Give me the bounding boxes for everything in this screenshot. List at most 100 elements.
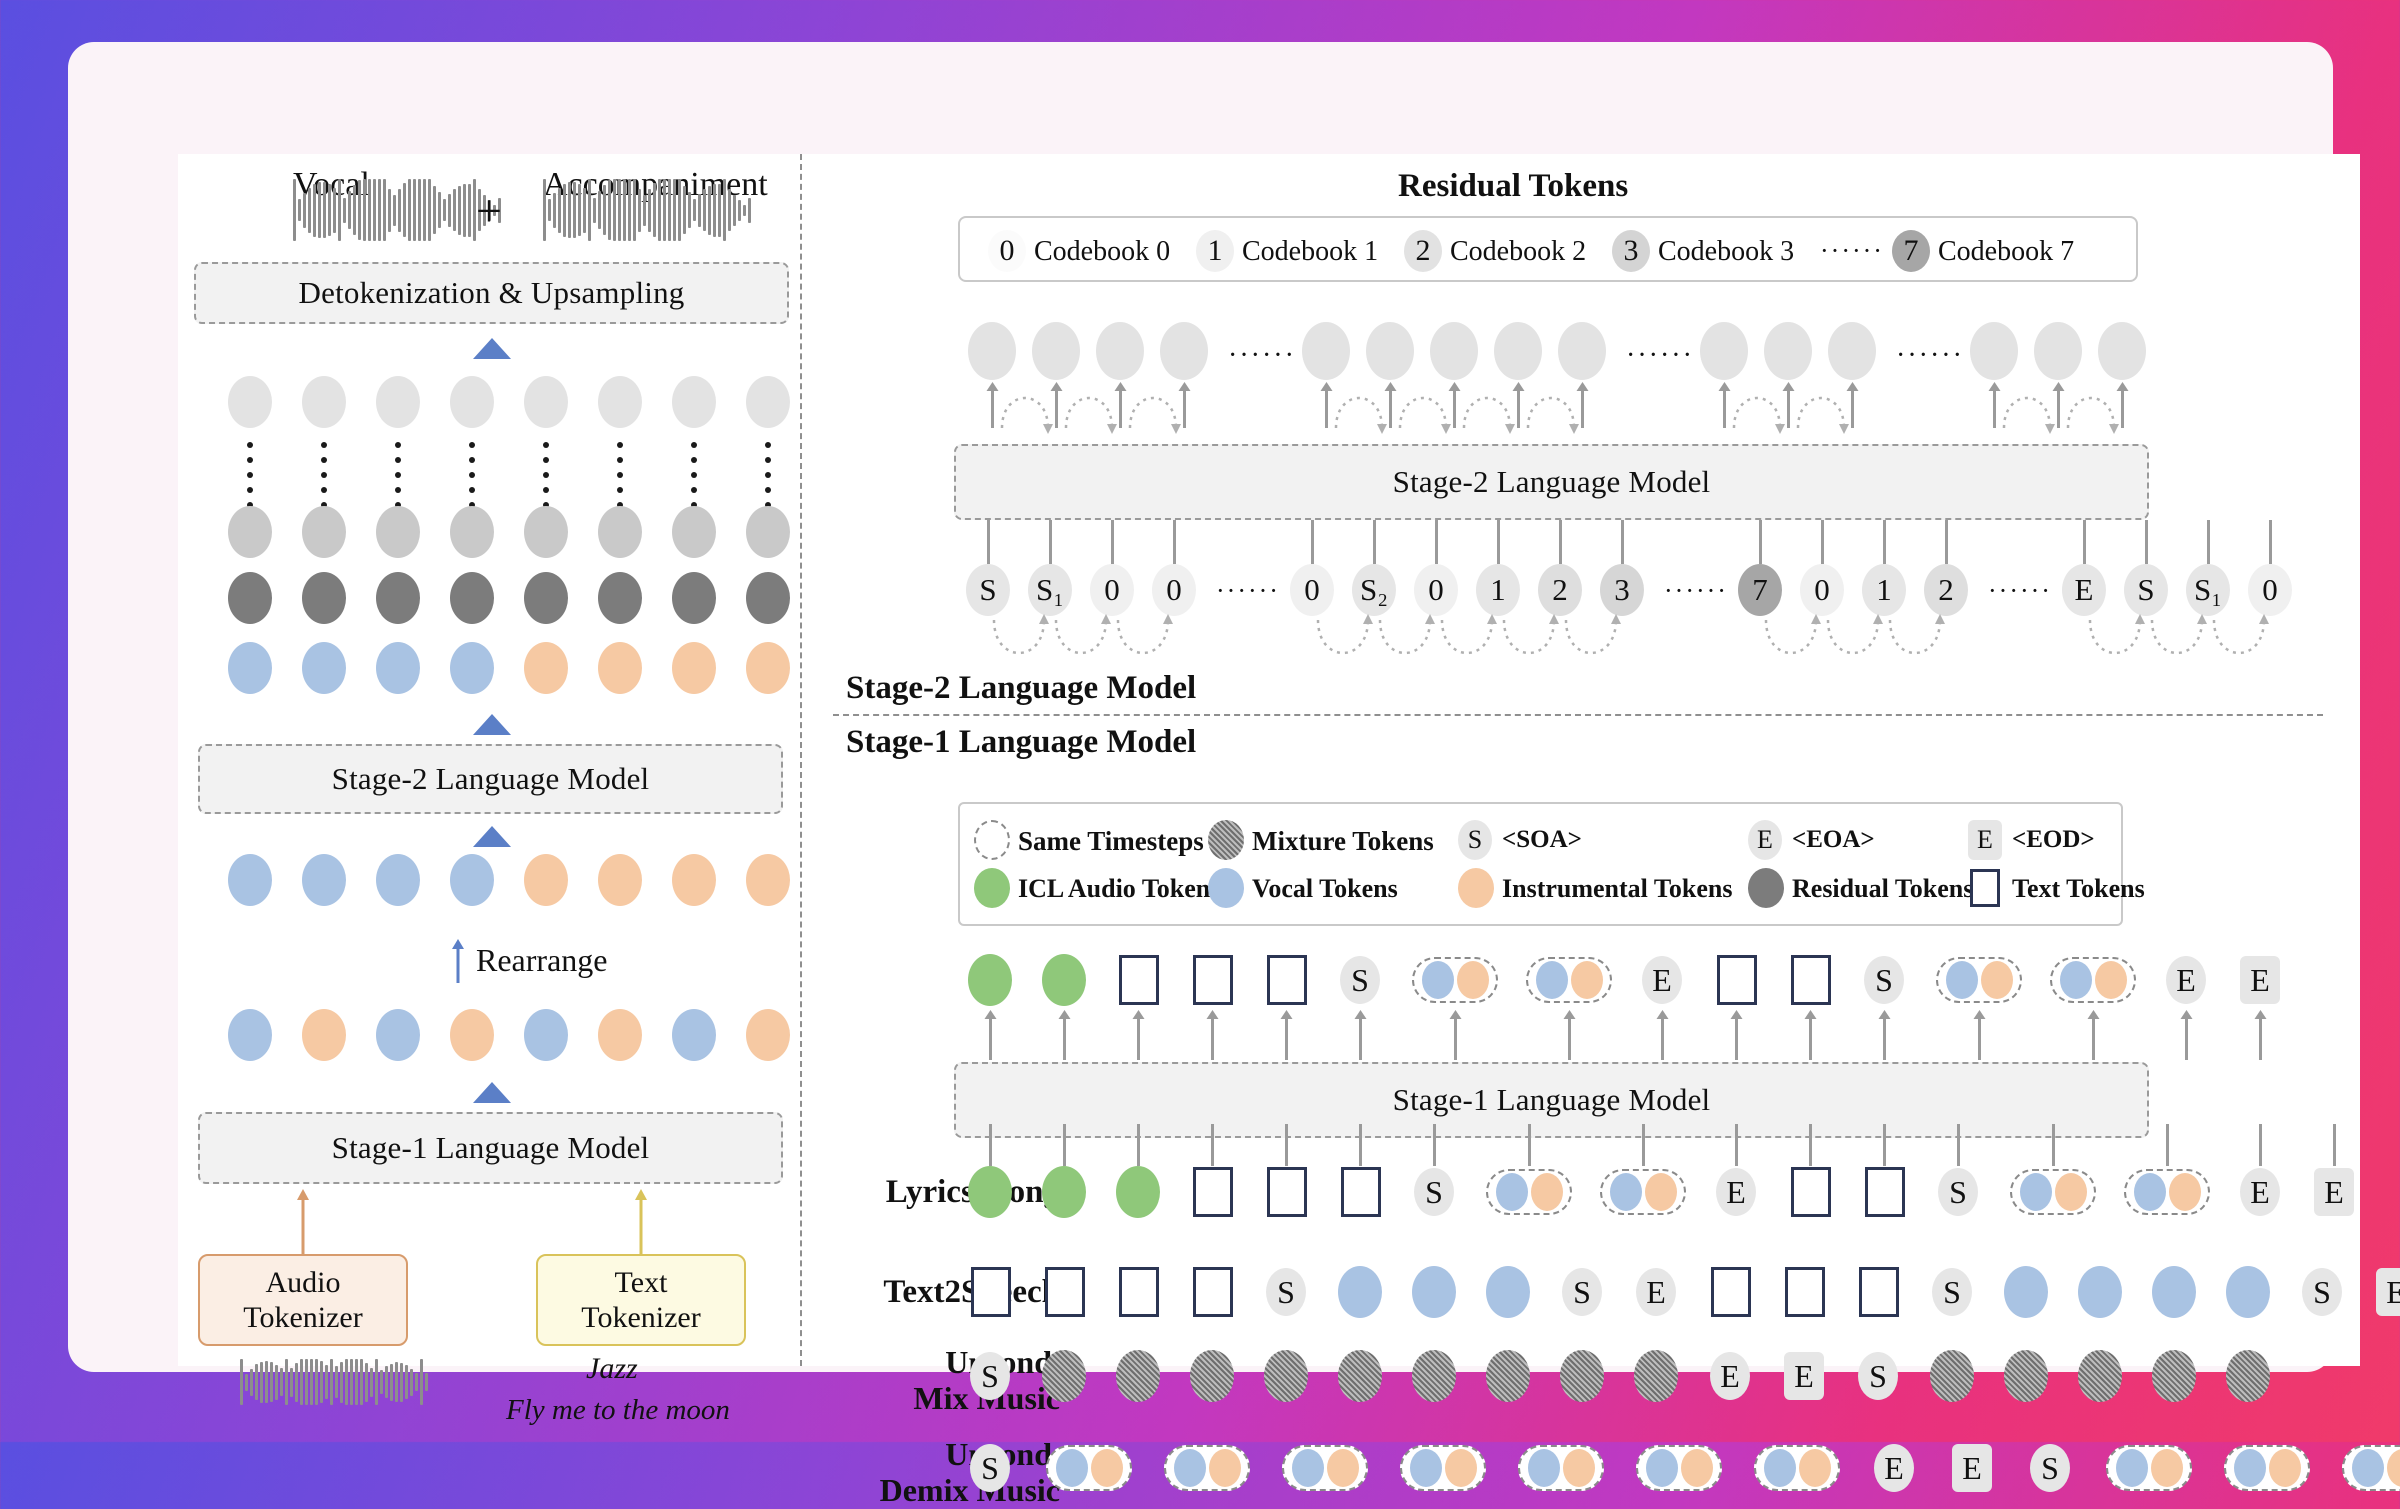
vocal-token bbox=[2234, 1449, 2266, 1487]
stage2-feedback-arc-10 bbox=[2056, 388, 2126, 432]
task-1-token-8: S bbox=[1562, 1268, 1602, 1316]
task-1-token-18: S bbox=[2302, 1268, 2342, 1316]
task-0-stem-3 bbox=[1211, 1124, 1214, 1166]
lyrics-prompt: Fly me to the moon bbox=[506, 1394, 730, 1427]
stage1-box-left: Stage-1 Language Model bbox=[198, 1112, 783, 1184]
stage1-output-arrow-13 bbox=[2086, 1010, 2101, 1060]
token-sorted-6 bbox=[672, 642, 716, 694]
token-interleaved-1 bbox=[302, 1009, 346, 1061]
token-residual-0 bbox=[228, 572, 272, 624]
task-0-stem-9 bbox=[1735, 1124, 1738, 1166]
task-0-stem-2 bbox=[1137, 1124, 1140, 1166]
task-0-stem-15 bbox=[2259, 1124, 2262, 1166]
instrumental-token bbox=[2095, 961, 2127, 999]
residual-tokens-title: Residual Tokens bbox=[1398, 168, 1628, 205]
stage2-input-stem-1 bbox=[1049, 520, 1052, 564]
task-0-stem-11 bbox=[1883, 1124, 1886, 1166]
task-0-token-5 bbox=[1341, 1167, 1381, 1217]
task-0-stem-0 bbox=[989, 1124, 992, 1166]
token-interleaved-3 bbox=[450, 1009, 494, 1061]
stage2-input-arc-15 bbox=[1877, 618, 1953, 664]
token-interleaved-0 bbox=[228, 1009, 272, 1061]
instrumental-token bbox=[1531, 1173, 1563, 1211]
stage2-input-stem-13 bbox=[1821, 520, 1824, 564]
task-3-token-5 bbox=[1518, 1445, 1604, 1491]
token-mid-1 bbox=[302, 506, 346, 558]
stage1-output-token-11: S bbox=[1864, 956, 1904, 1004]
stage1-model-box: Stage-1 Language Model bbox=[954, 1062, 2149, 1138]
legend-glyph-mixture bbox=[1208, 820, 1244, 860]
text-tokenizer-box[interactable]: TextTokenizer bbox=[536, 1254, 746, 1346]
stage2-input-stem-6 bbox=[1373, 520, 1376, 564]
legend-text-r2-0: ICL Audio Tokens bbox=[1018, 874, 1220, 904]
token-light-2 bbox=[376, 376, 420, 428]
stage1-output-token-5: S bbox=[1340, 956, 1380, 1004]
token-sorted-2 bbox=[376, 642, 420, 694]
stage2-input-arc-10 bbox=[1553, 618, 1629, 664]
stage2-feedback-arc-0 bbox=[990, 388, 1060, 432]
stage2-input-stem-3 bbox=[1173, 520, 1176, 564]
stage2-input-token-13: 0 bbox=[1800, 564, 1844, 616]
stage2-output-token-7 bbox=[1494, 322, 1542, 380]
task-1-token-19: E bbox=[2376, 1268, 2400, 1316]
task-2-token-14 bbox=[2004, 1350, 2048, 1402]
stage1-output-arrow-0 bbox=[983, 1010, 998, 1060]
task-3-token-7 bbox=[1754, 1445, 1840, 1491]
task-1-token-0 bbox=[971, 1267, 1011, 1317]
task-1-token-9: E bbox=[1636, 1268, 1676, 1316]
stage1-output-arrow-2 bbox=[1131, 1010, 1146, 1060]
audio-tokenizer-box[interactable]: AudioTokenizer bbox=[198, 1254, 408, 1346]
legend-glyph-E-square: E bbox=[1968, 820, 2002, 860]
stage2-input-stem-2 bbox=[1111, 520, 1114, 564]
legend-text-2: <SOA> bbox=[1502, 826, 1582, 854]
legend-glyph-same-timesteps bbox=[974, 820, 1010, 860]
vocal-token bbox=[1292, 1449, 1324, 1487]
stage2-feedback-arc-9 bbox=[1992, 388, 2062, 432]
stage2-input-token-19: S₁ bbox=[2186, 564, 2230, 616]
task-0-token-0 bbox=[968, 1166, 1012, 1218]
stage2-output-token-3 bbox=[1160, 322, 1208, 380]
task-1-token-13: S bbox=[1932, 1268, 1972, 1316]
stage2-input-stem-0 bbox=[987, 520, 990, 564]
token-residual-7 bbox=[746, 572, 790, 624]
stage1-output-token-4 bbox=[1267, 955, 1307, 1005]
task-2-token-10: E bbox=[1710, 1352, 1750, 1400]
token-light-7 bbox=[746, 376, 790, 428]
divider-label-stage2: Stage-2 Language Model bbox=[846, 670, 1196, 707]
stage1-output-token-10 bbox=[1791, 955, 1831, 1005]
task-0-token-11 bbox=[1865, 1167, 1905, 1217]
stage2-input-stem-20 bbox=[2269, 520, 2272, 564]
task-0-stem-1 bbox=[1063, 1124, 1066, 1166]
task-0-token-2 bbox=[1116, 1166, 1160, 1218]
stage1-output-token-7 bbox=[1526, 957, 1612, 1003]
task-2-token-13 bbox=[1930, 1350, 1974, 1402]
task-3-token-0: S bbox=[970, 1444, 1010, 1492]
text-tokenizer-arrow bbox=[633, 1189, 649, 1255]
token-sorted-5 bbox=[598, 642, 642, 694]
instrumental-token bbox=[1091, 1449, 1123, 1487]
task-3-token-2 bbox=[1164, 1445, 1250, 1491]
task-1-token-2 bbox=[1119, 1267, 1159, 1317]
vocal-token bbox=[1528, 1449, 1560, 1487]
stage2-top-ellipsis-1: ······ bbox=[1626, 340, 1694, 372]
stage2-input-token-7: 0 bbox=[1414, 564, 1458, 616]
instrumental-token bbox=[2269, 1449, 2301, 1487]
token-stage2-in-2 bbox=[376, 854, 420, 906]
instrumental-token bbox=[1445, 1449, 1477, 1487]
instrumental-token bbox=[2169, 1173, 2201, 1211]
vocal-token bbox=[1610, 1173, 1642, 1211]
stage1-output-arrow-11 bbox=[1877, 1010, 1892, 1060]
instrumental-token bbox=[2387, 1449, 2400, 1487]
vocal-token bbox=[1764, 1449, 1796, 1487]
token-interleaved-7 bbox=[746, 1009, 790, 1061]
vocal-token bbox=[2060, 961, 2092, 999]
task-label-0: Lyrics2Song bbox=[830, 1174, 1060, 1211]
task-2-token-17 bbox=[2226, 1350, 2270, 1402]
task-label-2-line1: Uncond. bbox=[830, 1344, 1060, 1381]
vocal-token bbox=[1174, 1449, 1206, 1487]
plus-sign: + bbox=[476, 184, 502, 237]
task-3-token-9: E bbox=[1952, 1444, 1992, 1492]
stage1-output-token-14: E bbox=[2166, 956, 2206, 1004]
task-2-token-6 bbox=[1412, 1350, 1456, 1402]
instrumental-token bbox=[1799, 1449, 1831, 1487]
